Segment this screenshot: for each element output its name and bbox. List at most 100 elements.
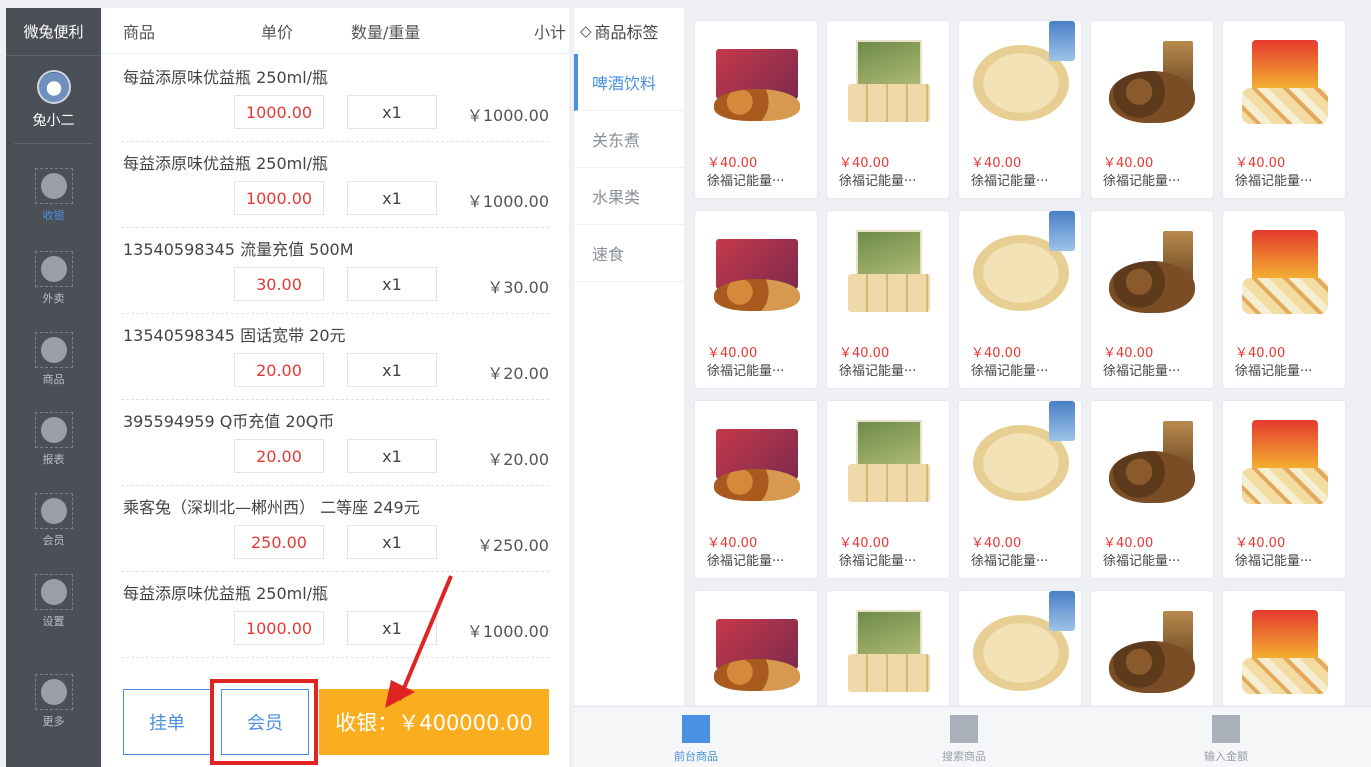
toolbar-item-0[interactable]: 前台商品 xyxy=(636,715,756,764)
product-card[interactable]: ￥40.00 徐福记能量··· xyxy=(958,210,1082,389)
product-image xyxy=(827,591,949,705)
product-card[interactable]: ￥40.00 徐福记能量··· xyxy=(1222,210,1346,389)
order-item-price-input[interactable]: 20.00 xyxy=(234,439,324,473)
product-card[interactable]: ￥40.00 徐福记能量··· xyxy=(1090,400,1214,579)
hold-order-button[interactable]: 挂单 xyxy=(123,689,211,755)
order-item-qty-input[interactable]: x1 xyxy=(347,611,437,645)
product-image xyxy=(1091,211,1213,335)
product-name: 徐福记能量··· xyxy=(707,554,785,569)
product-card[interactable] xyxy=(958,590,1082,705)
tag-header-label: 商品标签 xyxy=(594,23,659,42)
order-item-price-input[interactable]: 30.00 xyxy=(234,267,324,301)
order-row[interactable]: 乘客兔（深圳北—郴州西） 二等座 249元 250.00 x1 ￥250.00 xyxy=(121,486,549,572)
order-row[interactable]: 每益添原味优益瓶 250ml/瓶 1000.00 x1 ￥1000.00 xyxy=(121,572,549,658)
product-card[interactable]: ￥40.00 徐福记能量··· xyxy=(958,400,1082,579)
search-goods-icon xyxy=(950,715,978,743)
order-item-price-input[interactable]: 20.00 xyxy=(234,353,324,387)
tag-panel: ◇ 商品标签 啤酒饮料 关东煮 水果类 速食 xyxy=(574,8,684,705)
product-price: ￥40.00 xyxy=(707,156,758,171)
product-card[interactable]: ￥40.00 徐福记能量··· xyxy=(958,20,1082,199)
product-image xyxy=(1223,21,1345,145)
order-item-price-input[interactable]: 1000.00 xyxy=(234,95,324,129)
nav-item-label: 会员 xyxy=(42,534,65,547)
product-card[interactable]: ￥40.00 徐福记能量··· xyxy=(694,400,818,579)
col-header-subtotal: 小计 xyxy=(533,22,566,42)
order-row[interactable]: 每益添原味优益瓶 250ml/瓶 xyxy=(121,658,549,670)
product-image xyxy=(695,591,817,705)
nav-item-4[interactable]: 会员 xyxy=(6,493,101,548)
nav-item-2[interactable]: 商品 xyxy=(6,332,101,387)
product-card[interactable]: ￥40.00 徐福记能量··· xyxy=(1090,20,1214,199)
product-card[interactable]: ￥40.00 徐福记能量··· xyxy=(826,20,950,199)
order-footer: 挂单 会员 收银：￥400000.00 xyxy=(101,678,569,767)
order-item-subtotal: ￥1000.00 xyxy=(466,192,549,211)
order-item-price-input[interactable]: 1000.00 xyxy=(234,611,324,645)
product-image xyxy=(1223,401,1345,525)
order-row[interactable]: 13540598345 流量充值 500M 30.00 x1 ￥30.00 xyxy=(121,228,549,314)
order-item-qty-input[interactable]: x1 xyxy=(347,181,437,215)
product-image xyxy=(827,211,949,335)
tag-item-3[interactable]: 速食 xyxy=(574,225,684,282)
order-item-qty-input[interactable]: x1 xyxy=(347,439,437,473)
product-image xyxy=(1223,591,1345,705)
order-item-qty-input[interactable]: x1 xyxy=(347,267,437,301)
product-price: ￥40.00 xyxy=(707,346,758,361)
nav-item-3[interactable]: 报表 xyxy=(6,412,101,467)
nav-item-5[interactable]: 设置 xyxy=(6,574,101,629)
order-item-price-input[interactable]: 250.00 xyxy=(234,525,324,559)
product-card[interactable] xyxy=(1222,590,1346,705)
tag-header: ◇ 商品标签 xyxy=(574,8,684,54)
nav-item-0[interactable]: 收银 xyxy=(6,168,101,223)
tag-item-0[interactable]: 啤酒饮料 xyxy=(574,54,684,111)
order-item-price-input[interactable]: 1000.00 xyxy=(234,181,324,215)
product-card[interactable]: ￥40.00 徐福记能量··· xyxy=(1222,20,1346,199)
order-item-qty-input[interactable]: x1 xyxy=(347,525,437,559)
product-card[interactable] xyxy=(826,590,950,705)
order-row[interactable]: 每益添原味优益瓶 250ml/瓶 1000.00 x1 ￥1000.00 xyxy=(121,56,549,142)
toolbar-item-label: 搜索商品 xyxy=(942,750,986,763)
product-name: 徐福记能量··· xyxy=(707,174,785,189)
member-button[interactable]: 会员 xyxy=(221,689,309,755)
checkout-button[interactable]: 收银：￥400000.00 xyxy=(319,689,549,755)
product-price: ￥40.00 xyxy=(1103,346,1154,361)
order-item-subtotal: ￥20.00 xyxy=(487,450,549,469)
toolbar-item-1[interactable]: 搜索商品 xyxy=(904,715,1024,764)
product-card[interactable]: ￥40.00 徐福记能量··· xyxy=(694,210,818,389)
user-name: 兔小二 xyxy=(32,112,75,129)
product-image xyxy=(1223,211,1345,335)
nav-item-6[interactable]: 更多 xyxy=(6,674,101,729)
nav-item-1[interactable]: 外卖 xyxy=(6,251,101,306)
product-card[interactable]: ￥40.00 徐福记能量··· xyxy=(694,20,818,199)
product-price: ￥40.00 xyxy=(971,346,1022,361)
order-row[interactable]: 395594959 Q币充值 20Q币 20.00 x1 ￥20.00 xyxy=(121,400,549,486)
tag-item-1[interactable]: 关东煮 xyxy=(574,111,684,168)
product-name: 徐福记能量··· xyxy=(971,554,1049,569)
product-name: 徐福记能量··· xyxy=(839,174,917,189)
product-name: 徐福记能量··· xyxy=(1103,174,1181,189)
input-amount-icon xyxy=(1212,715,1240,743)
product-card[interactable]: ￥40.00 徐福记能量··· xyxy=(1222,400,1346,579)
tag-list: 啤酒饮料 关东煮 水果类 速食 xyxy=(574,54,684,282)
order-item-qty-input[interactable]: x1 xyxy=(347,353,437,387)
product-card[interactable] xyxy=(694,590,818,705)
tag-item-2[interactable]: 水果类 xyxy=(574,168,684,225)
order-list[interactable]: 每益添原味优益瓶 250ml/瓶 1000.00 x1 ￥1000.00 每益添原味优益… xyxy=(101,56,569,670)
order-row[interactable]: 13540598345 固话宽带 20元 20.00 x1 ￥20.00 xyxy=(121,314,549,400)
product-image xyxy=(1091,21,1213,145)
order-item-qty-input[interactable]: x1 xyxy=(347,95,437,129)
product-card[interactable]: ￥40.00 徐福记能量··· xyxy=(826,210,950,389)
order-item-subtotal: ￥1000.00 xyxy=(466,106,549,125)
product-price: ￥40.00 xyxy=(839,346,890,361)
order-item-subtotal: ￥1000.00 xyxy=(466,622,549,641)
report-icon xyxy=(34,412,73,448)
toolbar-item-2[interactable]: 输入金额 xyxy=(1166,715,1286,764)
order-row[interactable]: 每益添原味优益瓶 250ml/瓶 1000.00 x1 ￥1000.00 xyxy=(121,142,549,228)
product-card[interactable]: ￥40.00 徐福记能量··· xyxy=(1090,210,1214,389)
product-image xyxy=(959,211,1081,335)
user-profile[interactable]: 兔小二 xyxy=(14,56,93,144)
product-name: 徐福记能量··· xyxy=(1235,554,1313,569)
product-card[interactable]: ￥40.00 徐福记能量··· xyxy=(826,400,950,579)
product-grid[interactable]: ￥40.00 徐福记能量··· ￥40.00 徐福记能量··· ￥40.00 徐福记能量·… xyxy=(694,20,1364,705)
product-card[interactable] xyxy=(1090,590,1214,705)
order-item-name: 395594959 Q币充值 20Q币 xyxy=(123,412,335,431)
